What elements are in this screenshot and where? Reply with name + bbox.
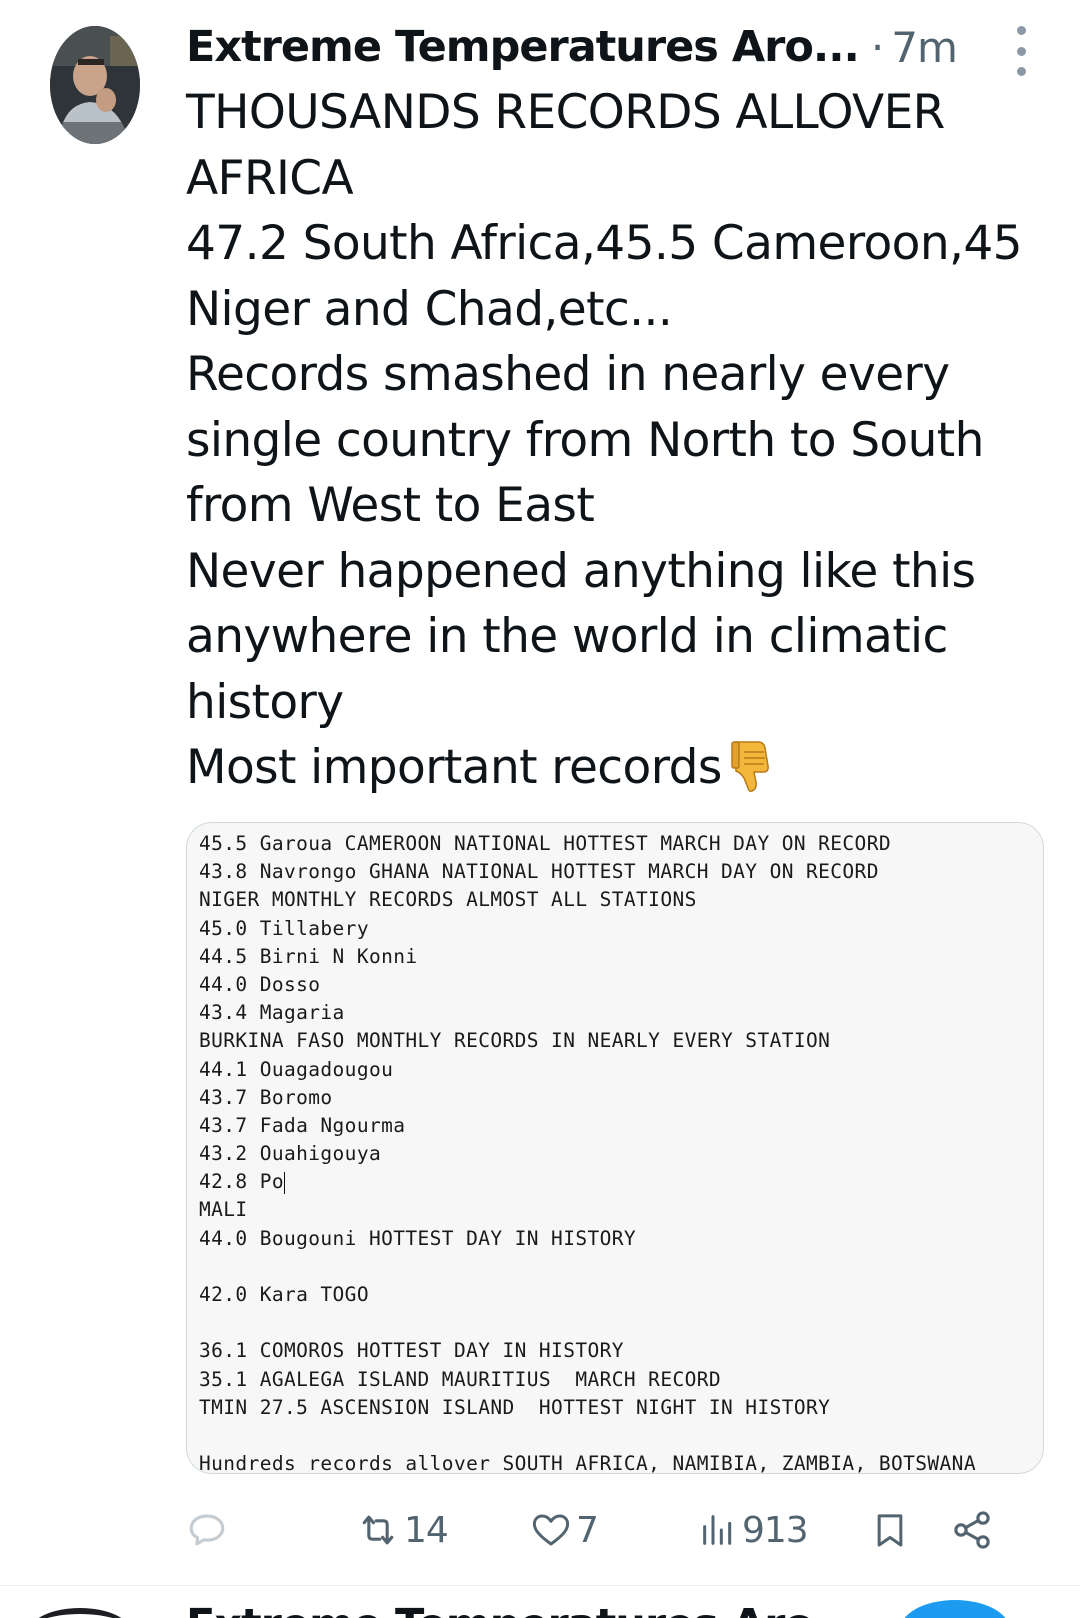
more-options-button[interactable]: [1004, 26, 1038, 76]
tweet-text-line: Never happened anything like this: [186, 543, 976, 599]
post-timestamp[interactable]: 7m: [891, 23, 958, 72]
image-text-line: 44.1 Ouagadougou: [199, 1057, 394, 1081]
attached-image[interactable]: 45.5 Garoua CAMEROON NATIONAL HOTTEST MA…: [186, 822, 1044, 1474]
image-text-line: 42.8 Po: [199, 1170, 284, 1194]
views-button[interactable]: 913: [698, 1500, 809, 1560]
image-text-line: 43.7 Fada Ngourma: [199, 1113, 406, 1137]
bookmark-button[interactable]: [870, 1500, 910, 1560]
tweet-actions: 14 7 913: [186, 1500, 1036, 1560]
separator-dot: ·: [870, 22, 884, 72]
tweet-text-line: AFRICA: [186, 150, 354, 206]
more-dot-icon: [1016, 67, 1026, 76]
tweet-text-line: 47.2 South Africa,45.5 Cameroon,45: [186, 216, 1023, 271]
repost-button[interactable]: 14: [356, 1500, 449, 1560]
heart-icon: [532, 1514, 570, 1546]
repost-icon: [362, 1515, 394, 1545]
next-tweet[interactable]: Extreme Temperatures Aro: [0, 1586, 1080, 1618]
image-text-line: 45.0 Tillabery: [199, 916, 369, 940]
like-count: 7: [576, 1509, 599, 1551]
tweet-text: THOUSANDS RECORDS ALLOVER AFRICA 47.2 So…: [186, 80, 1026, 801]
image-text-line: 35.1 AGALEGA ISLAND MAURITIUS MARCH RECO…: [199, 1367, 722, 1391]
image-text-line: MALI: [199, 1198, 248, 1222]
avatar-photo-icon: [50, 26, 140, 144]
image-text-line: 43.7 Boromo: [199, 1085, 333, 1109]
tweet-text-line: anywhere in the world in climatic: [186, 609, 948, 664]
more-dot-icon: [1016, 26, 1026, 35]
reply-icon: [189, 1514, 225, 1546]
tweet-text-last-line: Most important records: [186, 735, 1026, 801]
repost-count: 14: [404, 1509, 449, 1551]
image-text-line: 36.1 COMOROS HOTTEST DAY IN HISTORY: [199, 1339, 624, 1363]
tweet[interactable]: Extreme Temperatures Aro... · 7m THOUSAN…: [0, 0, 1080, 1585]
thumbs-down-icon: [730, 740, 769, 792]
image-text-line: 44.5 Birni N Konni: [199, 944, 418, 968]
image-text-line-with-caret: 42.8 Po: [199, 1168, 976, 1196]
image-text-line: 43.2 Ouahigouya: [199, 1142, 382, 1166]
tweet-text-line: THOUSANDS RECORDS ALLOVER: [186, 85, 945, 140]
image-text-line: [199, 1253, 976, 1281]
share-icon: [954, 1511, 990, 1549]
text-caret: [283, 1171, 285, 1194]
tweet-text-line: Most important records: [186, 740, 722, 795]
tweet-text-line: from West to East: [186, 478, 595, 533]
tweet-text-line: single country from North to South: [186, 412, 984, 468]
tweet-text-line: Records smashed in nearly every: [186, 347, 950, 402]
image-text-line: 42.0 Kara TOGO: [199, 1283, 369, 1306]
image-text-block: 45.5 Garoua CAMEROON NATIONAL HOTTEST MA…: [199, 830, 976, 1474]
author-name[interactable]: Extreme Temperatures Aro...: [186, 22, 860, 72]
image-text-line: Hundreds records allover SOUTH AFRICA, N…: [199, 1452, 976, 1474]
views-count: 913: [742, 1509, 809, 1551]
image-text-line: 43.4 Magaria: [199, 1001, 345, 1025]
image-text-line: 44.0 Bougouni HOTTEST DAY IN HISTORY: [199, 1226, 637, 1250]
bookmark-icon: [877, 1514, 903, 1547]
image-text-line: 45.5 Garoua CAMEROON NATIONAL HOTTEST MA…: [199, 832, 891, 855]
image-text-line: BURKINA FASO MONTHLY RECORDS IN NEARLY E…: [199, 1029, 831, 1053]
tweet-header: Extreme Temperatures Aro... · 7m: [186, 14, 986, 80]
image-text-line: 44.0 Dosso: [199, 972, 321, 996]
image-text-line: TMIN 27.5 ASCENSION ISLAND HOTTEST NIGHT…: [199, 1395, 831, 1419]
views-icon: [703, 1515, 732, 1545]
tweet-text-line: Niger and Chad,etc...: [186, 281, 673, 337]
more-dot-icon: [1016, 46, 1026, 56]
compose-button[interactable]: [900, 1600, 1010, 1618]
tweet-text-line: history: [186, 674, 344, 730]
reply-button[interactable]: [186, 1500, 228, 1560]
next-author-avatar[interactable]: [30, 1608, 130, 1618]
next-author-name[interactable]: Extreme Temperatures Aro: [186, 1600, 814, 1618]
share-button[interactable]: [950, 1500, 994, 1560]
author-avatar[interactable]: [50, 26, 140, 144]
like-button[interactable]: 7: [530, 1500, 599, 1560]
image-text-line: NIGER MONTHLY RECORDS ALMOST ALL STATION…: [199, 888, 697, 912]
image-text-line: [199, 1309, 976, 1337]
image-text-line: 43.8 Navrongo GHANA NATIONAL HOTTEST MAR…: [199, 860, 879, 884]
image-text-line: [199, 1422, 976, 1450]
